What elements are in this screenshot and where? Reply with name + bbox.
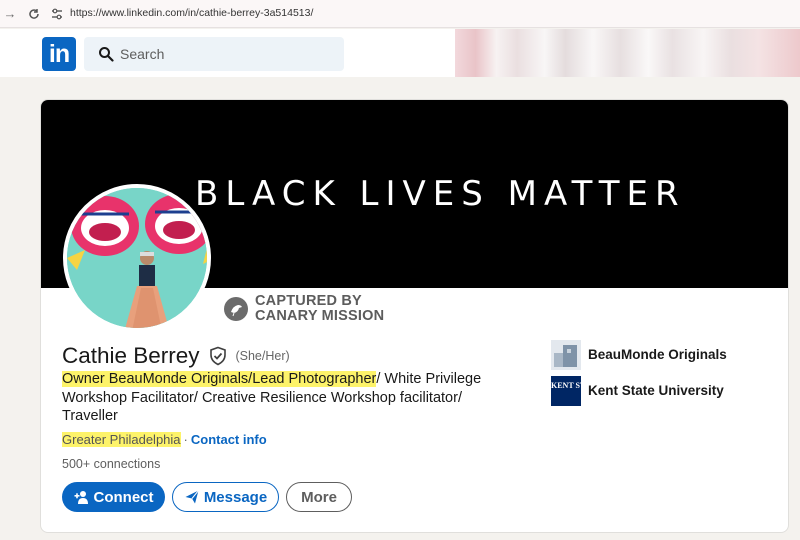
org-name: BeauMonde Originals — [588, 347, 727, 362]
company-logo-icon — [551, 340, 581, 370]
connections-count: 500+ connections — [62, 457, 161, 471]
badge-line-2: CANARY MISSION — [255, 308, 385, 324]
badge-line-1: CAPTURED BY — [255, 293, 362, 309]
more-label: More — [301, 488, 337, 506]
more-button[interactable]: More — [286, 482, 352, 512]
captured-by-badge: CAPTURED BY CANARY MISSION — [224, 293, 424, 327]
blurred-nav-area — [455, 29, 800, 77]
site-info-icon[interactable] — [50, 7, 64, 21]
linkedin-logo[interactable]: in — [42, 37, 76, 71]
avatar-photo — [67, 188, 207, 328]
search-input[interactable] — [120, 37, 340, 71]
location: Greater Philadelphia — [62, 432, 181, 447]
back-arrow-icon[interactable]: → — [0, 4, 20, 24]
profile-card: BLACK LIVES MATTER CAPTURED BY CANARY MI… — [40, 99, 789, 533]
profile-name: Cathie Berrey — [62, 343, 200, 368]
headline-highlighted: Owner BeauMonde Originals/Lead Photograp… — [62, 371, 377, 387]
url-text[interactable]: https://www.linkedin.com/in/cathie-berre… — [70, 7, 313, 19]
separator: · — [183, 432, 188, 447]
search-box[interactable] — [84, 37, 344, 71]
contact-info-link[interactable]: Contact info — [191, 432, 267, 447]
reload-icon[interactable] — [24, 4, 44, 24]
pronouns: (She/Her) — [235, 349, 290, 363]
search-icon — [99, 47, 114, 62]
university-logo-icon: KENT STATE — [551, 376, 601, 406]
name-row: Cathie Berrey (She/Her) — [62, 343, 290, 371]
avatar[interactable] — [63, 184, 211, 332]
verified-shield-icon[interactable] — [208, 346, 228, 366]
canary-bird-icon — [224, 297, 248, 321]
message-label: Message — [203, 488, 268, 506]
message-button[interactable]: Message — [172, 482, 279, 512]
connect-button[interactable]: Connect — [62, 482, 165, 512]
org-name: Kent State University — [588, 383, 724, 398]
browser-address-bar: → https://www.linkedin.com/in/cathie-ber… — [0, 0, 800, 28]
profile-headline: Owner BeauMonde Originals/Lead Photograp… — [62, 370, 512, 426]
linkedin-header: in — [0, 29, 800, 77]
send-icon — [185, 490, 199, 504]
connect-label: Connect — [93, 488, 154, 506]
banner-text: BLACK LIVES MATTER — [195, 174, 686, 214]
location-row: Greater Philadelphia · Contact info — [62, 432, 267, 447]
add-person-icon — [74, 491, 88, 504]
